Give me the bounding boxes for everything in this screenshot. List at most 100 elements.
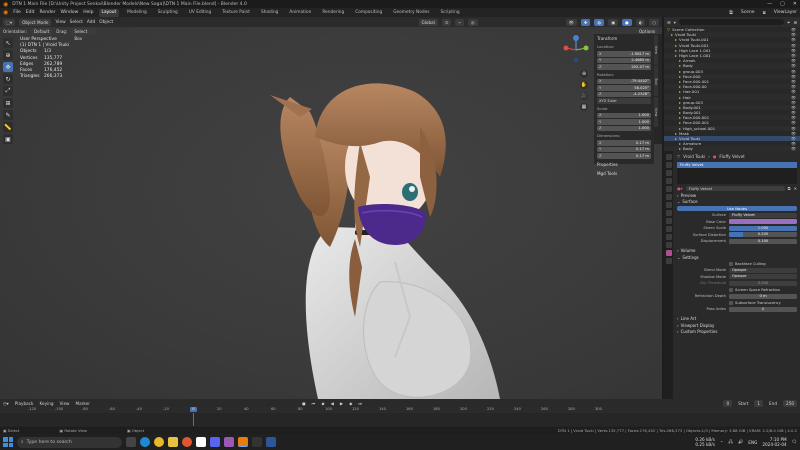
- menu-view[interactable]: View: [55, 20, 65, 25]
- tab-animation[interactable]: Animation: [286, 9, 314, 17]
- end-frame-field[interactable]: 250: [783, 399, 797, 407]
- outliner-editor-icon[interactable]: ☰: [667, 20, 671, 25]
- blend-mode-dropdown[interactable]: Opaque: [729, 267, 797, 273]
- expand-icon[interactable]: ▸: [671, 32, 673, 37]
- displacement-slider[interactable]: 0.100: [729, 238, 797, 244]
- filter-icon[interactable]: ⏷: [787, 20, 790, 25]
- measure-tool-icon[interactable]: 📏: [3, 122, 13, 132]
- tray-expand-icon[interactable]: ⌃: [720, 440, 724, 445]
- scale-tool-icon[interactable]: ⤢: [3, 86, 13, 96]
- terminal-icon[interactable]: [252, 437, 262, 447]
- word-icon[interactable]: [266, 437, 276, 447]
- display-mode-icon[interactable]: ▾: [674, 20, 676, 25]
- tab-layout[interactable]: Layout: [98, 8, 120, 17]
- menu-view[interactable]: View: [60, 401, 70, 406]
- view-layer-tab-icon[interactable]: [665, 178, 672, 184]
- 3d-viewport[interactable]: [0, 17, 662, 399]
- media-player-icon[interactable]: [196, 437, 206, 447]
- backface-culling-checkbox[interactable]: [729, 261, 733, 266]
- timeline-editor-icon[interactable]: ◷▾: [3, 401, 9, 406]
- sheen-scale-slider[interactable]: 1.000: [729, 225, 797, 231]
- dimensions-y-field[interactable]: Y 0.17 m: [597, 146, 651, 152]
- pivot-button[interactable]: ⊙: [441, 18, 452, 26]
- material-slot-list[interactable]: Fluffy Velvet: [674, 161, 800, 185]
- scale-y-field[interactable]: Y 1.000: [597, 119, 651, 125]
- minimize-icon[interactable]: —: [767, 1, 772, 7]
- tab-compositing[interactable]: Compositing: [352, 9, 385, 17]
- rotation-y-field[interactable]: Y 58.025°: [597, 85, 651, 91]
- browse-material-icon[interactable]: ●▾: [677, 186, 683, 191]
- view-layer-selector[interactable]: ViewLayer: [774, 10, 797, 15]
- proportional-edit-button[interactable]: ◎: [467, 18, 478, 26]
- blender-menu-icon[interactable]: ◉: [3, 9, 8, 16]
- modifier-tab-icon[interactable]: [665, 210, 672, 216]
- blender-taskbar-icon[interactable]: [238, 437, 248, 447]
- menu-object[interactable]: Object: [99, 20, 113, 25]
- edge-icon[interactable]: [140, 437, 150, 447]
- object-tab-icon[interactable]: [665, 202, 672, 208]
- playhead[interactable]: 0: [190, 407, 197, 412]
- z-axis-icon[interactable]: [573, 35, 579, 41]
- scale-z-field[interactable]: Z 1.000: [597, 125, 651, 131]
- scene-tab-icon[interactable]: [665, 186, 672, 192]
- collection-icon[interactable]: ▽: [667, 27, 670, 32]
- x-axis-icon[interactable]: [563, 45, 569, 51]
- surface-distortion-slider[interactable]: 0.200: [729, 232, 797, 238]
- discord-icon[interactable]: [210, 437, 220, 447]
- shadow-mode-dropdown[interactable]: Opaque: [729, 274, 797, 280]
- gizmo-toggle-button[interactable]: ✥: [580, 18, 591, 26]
- next-key-icon[interactable]: ◆: [349, 401, 352, 406]
- shading-rendered-button[interactable]: ○: [649, 18, 659, 26]
- tab-texture-paint[interactable]: Texture Paint: [219, 9, 253, 17]
- slot-item[interactable]: Fluffy Velvet: [677, 162, 797, 168]
- location-z-field[interactable]: Z 202.47 m: [597, 64, 651, 70]
- menu-select[interactable]: Select: [70, 20, 83, 25]
- location-y-field[interactable]: Y 2.4685 m: [597, 57, 651, 63]
- rotation-x-field[interactable]: X -79.4442°: [597, 78, 651, 84]
- particles-tab-icon[interactable]: [665, 218, 672, 224]
- tab-rendering[interactable]: Rendering: [319, 9, 347, 17]
- volume-icon[interactable]: 🔊: [738, 439, 743, 445]
- material-name-field[interactable]: Fluffy Velvet: [685, 185, 785, 192]
- custom-properties-section[interactable]: › Custom Properties: [674, 329, 800, 336]
- world-tab-icon[interactable]: [665, 194, 672, 200]
- jump-end-icon[interactable]: ⏭: [358, 401, 362, 406]
- language-indicator[interactable]: ENG: [748, 440, 757, 445]
- output-tab-icon[interactable]: [665, 170, 672, 176]
- shading-material-button[interactable]: ◐: [635, 18, 646, 26]
- menu-render[interactable]: Render: [40, 10, 56, 15]
- view-layer-icon[interactable]: ⧈: [763, 10, 766, 16]
- search-input[interactable]: [678, 19, 785, 25]
- transform-tool-icon[interactable]: ⊞: [3, 98, 13, 108]
- menu-help[interactable]: Help: [83, 10, 93, 15]
- texture-tab-icon[interactable]: [665, 258, 672, 264]
- menu-playback[interactable]: Playback: [15, 401, 34, 406]
- pass-index-field[interactable]: 0: [729, 306, 797, 312]
- base-color-swatch[interactable]: [729, 219, 797, 225]
- rotate-tool-icon[interactable]: ↻: [3, 74, 13, 84]
- rotation-z-field[interactable]: Z -4.2328°: [597, 91, 651, 97]
- jump-start-icon[interactable]: ⏮: [312, 401, 316, 406]
- timeline-track[interactable]: [0, 413, 800, 426]
- clock[interactable]: 7:10 PM 2024-02-04: [762, 437, 786, 448]
- duplicate-material-icon[interactable]: ⧉: [788, 186, 791, 191]
- grid-icon[interactable]: ▦: [580, 103, 588, 111]
- scene-selector[interactable]: Scene: [741, 10, 755, 15]
- new-collection-icon[interactable]: ⊞: [793, 20, 797, 25]
- record-icon[interactable]: ●: [302, 401, 306, 406]
- move-tool-icon[interactable]: ✥: [3, 62, 13, 72]
- pan-icon[interactable]: ✋: [580, 81, 588, 89]
- menu-keying[interactable]: Keying: [39, 401, 53, 406]
- dimensions-z-field[interactable]: Z 0.17 m: [597, 153, 651, 159]
- tab-tool[interactable]: Tool: [654, 66, 658, 96]
- annotate-tool-icon[interactable]: ✎: [3, 110, 13, 120]
- surface-shader-value[interactable]: Fluffy Velvet: [729, 212, 797, 218]
- navigation-gizmo[interactable]: [560, 34, 592, 66]
- screen-space-checkbox[interactable]: [729, 287, 733, 292]
- mode-dropdown[interactable]: Object Mode: [19, 18, 52, 26]
- taskbar-search-input[interactable]: ⌕ Type here to search: [17, 436, 122, 448]
- constraints-tab-icon[interactable]: [665, 234, 672, 240]
- expand-icon[interactable]: ▸: [675, 53, 677, 58]
- tab-scripting[interactable]: Scripting: [437, 9, 462, 17]
- camera-icon[interactable]: 🎥: [580, 92, 588, 100]
